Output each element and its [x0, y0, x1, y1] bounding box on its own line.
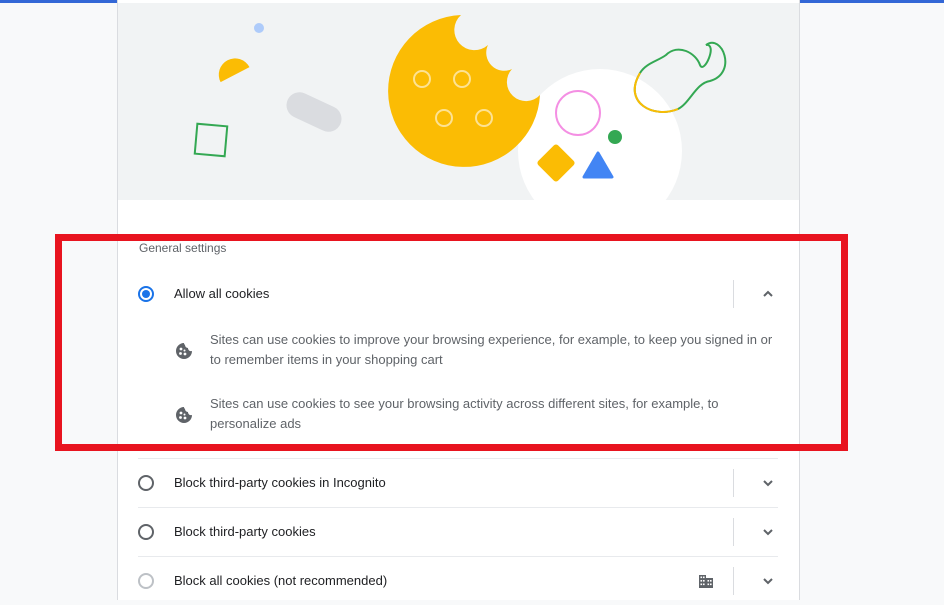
chevron-down-icon[interactable] [760, 573, 776, 589]
allow-all-detail-2-text: Sites can use cookies to see your browsi… [210, 396, 719, 431]
cookies-illustration [118, 3, 799, 200]
row-separator [733, 567, 734, 595]
block-all-cookies-label: Block all cookies (not recommended) [174, 573, 388, 588]
allow-all-cookies-radio[interactable] [138, 286, 154, 302]
general-settings-title: General settings [139, 241, 227, 255]
option-allow-all-cookies[interactable]: Allow all cookies [118, 270, 799, 318]
row-separator [733, 469, 734, 497]
block-all-cookies-radio[interactable] [138, 573, 154, 589]
option-block-third-party[interactable]: Block third-party cookies [118, 508, 799, 556]
option-block-third-party-incognito[interactable]: Block third-party cookies in Incognito [118, 459, 799, 507]
cookie-icon [176, 343, 192, 359]
block-third-party-radio[interactable] [138, 524, 154, 540]
building-icon [699, 575, 713, 588]
allow-all-detail-1-text: Sites can use cookies to improve your br… [210, 332, 773, 367]
chevron-down-icon[interactable] [760, 475, 776, 491]
option-block-all-cookies[interactable]: Block all cookies (not recommended) [118, 557, 799, 605]
block-third-party-label: Block third-party cookies [174, 524, 316, 539]
row-separator [733, 518, 734, 546]
settings-card: General settings Allow all cookies Sites… [117, 0, 800, 600]
cookie-icon [176, 407, 192, 423]
cookies-illustration-art [193, 15, 727, 200]
block-third-party-incognito-label: Block third-party cookies in Incognito [174, 475, 386, 490]
allow-all-cookies-label: Allow all cookies [174, 286, 270, 301]
block-third-party-incognito-radio[interactable] [138, 475, 154, 491]
chevron-up-icon[interactable] [760, 286, 776, 302]
chevron-down-icon[interactable] [760, 524, 776, 540]
row-separator [733, 280, 734, 308]
